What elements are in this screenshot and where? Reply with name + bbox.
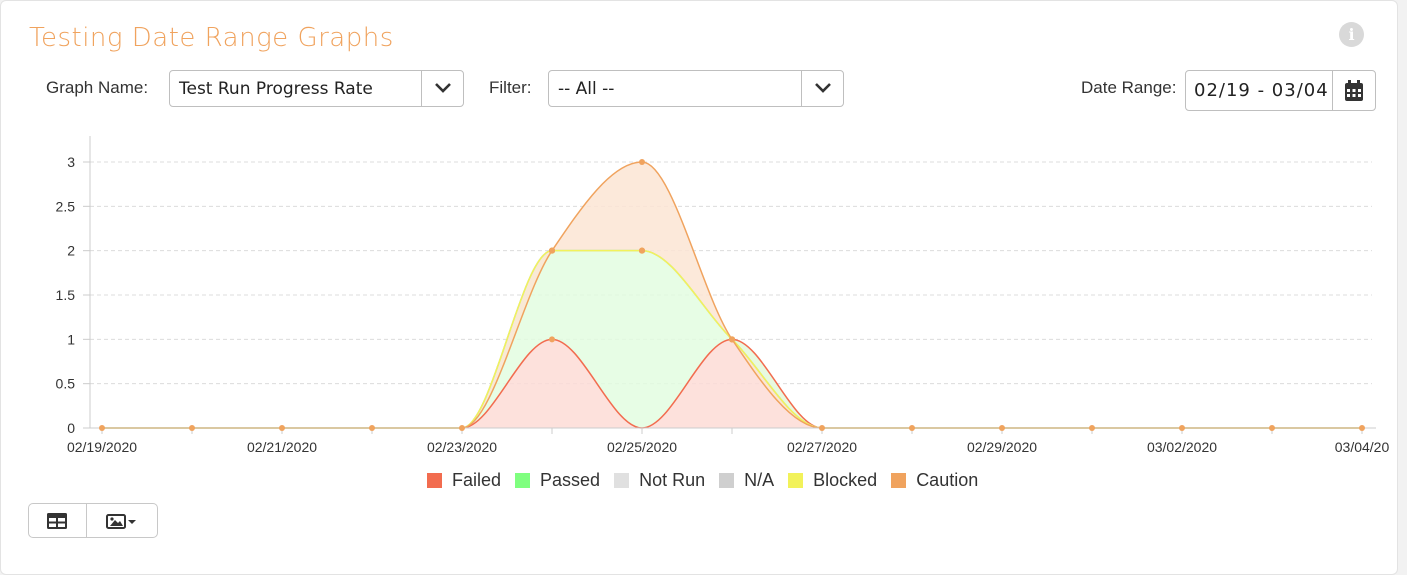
legend-item-n-a[interactable]: N/A <box>719 470 774 491</box>
table-icon <box>47 512 68 529</box>
legend-label: Passed <box>540 470 601 490</box>
data-point[interactable] <box>639 159 645 165</box>
x-tick-label: 02/21/2020 <box>247 439 317 455</box>
table-view-button[interactable] <box>29 504 87 537</box>
x-tick-label: 02/27/2020 <box>787 439 857 455</box>
legend-swatch <box>719 473 735 488</box>
y-tick-label: 2 <box>67 243 75 259</box>
legend-swatch <box>788 473 804 488</box>
legend-item-caution[interactable]: Caution <box>891 470 978 491</box>
data-point[interactable] <box>819 425 825 431</box>
legend-label: N/A <box>744 470 775 490</box>
x-tick-label: 03/02/2020 <box>1147 439 1217 455</box>
data-point[interactable] <box>639 247 645 254</box>
data-point[interactable] <box>999 425 1005 431</box>
y-tick-label: 0 <box>67 420 75 436</box>
data-point[interactable] <box>1269 425 1275 431</box>
data-point[interactable] <box>369 425 375 431</box>
legend-label: Blocked <box>813 470 878 490</box>
legend-swatch <box>614 473 630 488</box>
data-point[interactable] <box>729 336 735 343</box>
y-tick-label: 1.5 <box>56 287 76 303</box>
data-point[interactable] <box>909 425 915 431</box>
area-failed <box>102 339 1362 428</box>
view-toggle-group <box>28 503 158 538</box>
x-tick-label: 02/29/2020 <box>967 439 1037 455</box>
x-tick-label: 02/19/2020 <box>67 439 137 455</box>
legend-swatch <box>427 473 442 488</box>
data-point[interactable] <box>99 425 105 431</box>
data-point[interactable] <box>189 425 195 431</box>
graph-panel: Testing Date Range Graphs i Graph Name: … <box>0 0 1398 575</box>
legend-label: Failed <box>452 470 502 490</box>
image-dropdown-icon <box>105 513 136 529</box>
chart-legend: Failed Passed Not Run N/A Blocked Caution <box>427 470 992 491</box>
legend-item-not-run[interactable]: Not Run <box>614 470 705 491</box>
legend-item-passed[interactable]: Passed <box>515 470 600 491</box>
data-point[interactable] <box>549 247 555 254</box>
legend-item-blocked[interactable]: Blocked <box>788 470 877 491</box>
stacked-area-chart: 0 0.5 1 1.5 2 2.5 3 02/19/2020 02/21/2020 02/23/2… <box>56 136 1390 455</box>
data-point[interactable] <box>279 425 285 431</box>
legend-swatch <box>515 473 531 488</box>
x-tick-label: 02/25/2020 <box>607 439 677 455</box>
legend-label: Caution <box>916 470 979 490</box>
data-point[interactable] <box>1359 425 1365 431</box>
y-tick-label: 0.5 <box>56 376 76 392</box>
data-point[interactable] <box>459 425 465 431</box>
data-point[interactable] <box>1179 425 1185 431</box>
x-tick-label: 03/04/20 <box>1335 439 1390 455</box>
x-tick-label: 02/23/2020 <box>427 439 497 455</box>
y-tick-label: 3 <box>67 154 75 170</box>
y-tick-label: 2.5 <box>56 198 76 214</box>
image-export-dropdown[interactable] <box>87 504 157 537</box>
legend-item-failed[interactable]: Failed <box>427 470 501 491</box>
y-tick-label: 1 <box>67 331 75 347</box>
legend-label: Not Run <box>639 470 706 490</box>
data-point[interactable] <box>1089 425 1095 431</box>
legend-swatch <box>891 473 907 488</box>
data-point[interactable] <box>549 336 555 343</box>
